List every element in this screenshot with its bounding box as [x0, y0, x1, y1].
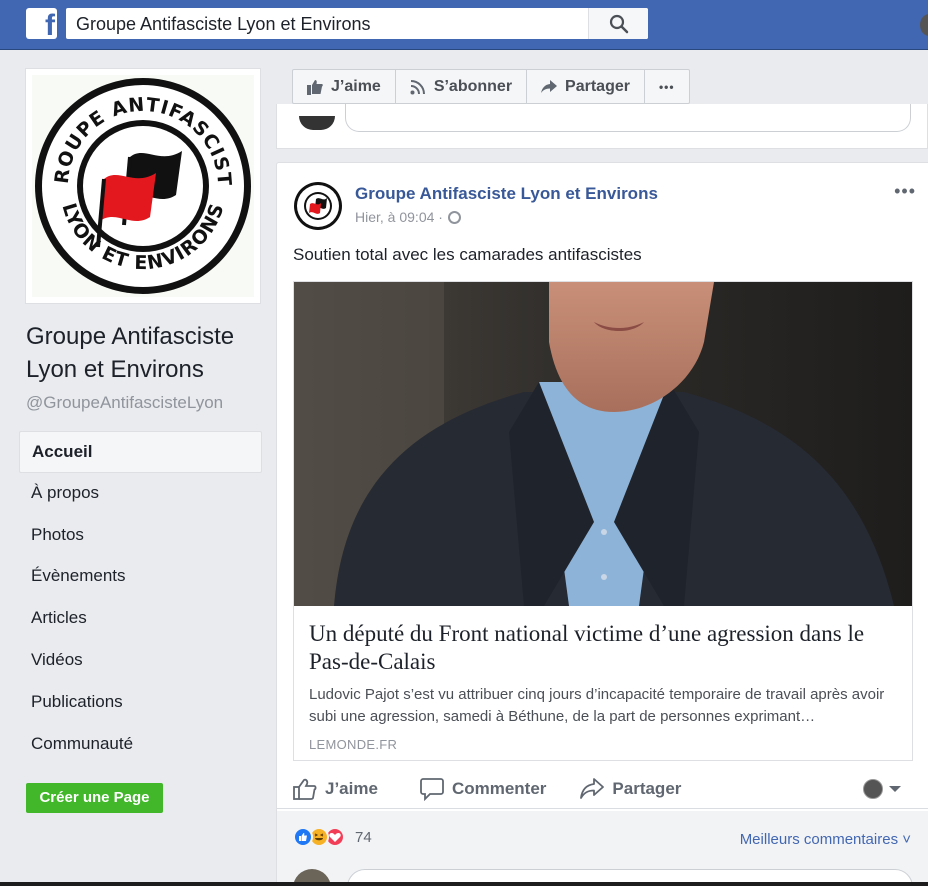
- post-metadata: Hier, à 09:04 ·: [355, 209, 461, 225]
- reactions-summary: 74 Meilleurs commentaires ˅: [277, 811, 928, 886]
- comment-sort-dropdown[interactable]: Meilleurs commentaires ˅: [740, 831, 911, 848]
- thumbs-up-icon: [307, 79, 323, 95]
- like-post-button[interactable]: J’aime: [293, 778, 378, 800]
- post-timestamp[interactable]: Hier, à 09:04 ·: [355, 209, 443, 225]
- nav-item-a-propos[interactable]: À propos: [19, 473, 262, 515]
- left-sidebar: GROUPE ANTIFASCISTE LYON ET ENVIRONS Gro…: [0, 50, 276, 886]
- share-page-button[interactable]: Partager: [526, 69, 645, 104]
- haha-reaction-glyph: [314, 833, 324, 841]
- globe-icon: [447, 210, 461, 224]
- comment-button[interactable]: Commenter: [420, 777, 546, 801]
- link-description: Ludovic Pajot s’est vu attribuer cinq jo…: [309, 686, 885, 725]
- reaction-icons[interactable]: 74: [293, 827, 372, 847]
- comment-input[interactable]: [345, 104, 911, 132]
- search-input[interactable]: Groupe Antifasciste Lyon et Environs: [76, 14, 371, 35]
- page-profile-picture[interactable]: GROUPE ANTIFASCISTE LYON ET ENVIRONS: [25, 68, 261, 304]
- nav-item-videos[interactable]: Vidéos: [19, 640, 262, 682]
- share-post-label: Partager: [612, 778, 682, 798]
- post-text: Soutien total avec les camarades antifas…: [293, 245, 642, 264]
- post-author-name[interactable]: Groupe Antifasciste Lyon et Environs: [355, 184, 658, 204]
- top-navigation-bar: f Groupe Antifasciste Lyon et Environs: [0, 0, 928, 50]
- like-reaction-icon: [293, 827, 313, 847]
- caret-down-icon: [889, 786, 901, 792]
- thumbs-up-outline-icon: [293, 778, 317, 800]
- man-in-suit-photo: [294, 282, 912, 606]
- post-options-icon[interactable]: •••: [894, 181, 916, 202]
- link-preview-image[interactable]: [294, 282, 912, 606]
- share-arrow-icon: [541, 79, 558, 93]
- link-preview-text[interactable]: Un député du Front national victime d’un…: [294, 606, 912, 760]
- nav-item-communaute[interactable]: Communauté: [19, 724, 262, 766]
- audience-selector[interactable]: [863, 779, 901, 799]
- share-post-button[interactable]: Partager: [580, 777, 682, 800]
- more-options-icon: •••: [658, 79, 675, 94]
- nav-item-photos[interactable]: Photos: [19, 515, 262, 557]
- search-box[interactable]: Groupe Antifasciste Lyon et Environs: [66, 8, 648, 39]
- create-page-button[interactable]: Créer une Page: [26, 783, 163, 813]
- nav-item-evenements[interactable]: Évènements: [19, 556, 262, 598]
- subscribe-label: S’abonner: [433, 77, 513, 95]
- like-page-button[interactable]: J’aime: [292, 69, 396, 104]
- subscribe-button[interactable]: S’abonner: [394, 69, 528, 104]
- share-page-label: Partager: [565, 77, 630, 95]
- link-domain: LEMONDE.FR: [309, 737, 398, 752]
- page-action-bar: J’aime S’abonner Partager •••: [292, 69, 690, 104]
- nav-item-publications[interactable]: Publications: [19, 682, 262, 724]
- comment-avatar: [299, 116, 335, 130]
- search-icon: [609, 14, 629, 34]
- previous-post-comment-area: [276, 104, 928, 149]
- page-title[interactable]: Groupe Antifasciste Lyon et Environs: [26, 320, 271, 386]
- heart-glyph: [329, 832, 341, 842]
- facebook-logo-icon[interactable]: f: [26, 8, 57, 39]
- mini-avatar: [863, 779, 883, 799]
- nav-item-accueil[interactable]: Accueil: [19, 431, 262, 473]
- page-handle[interactable]: @GroupeAntifascisteLyon: [26, 393, 223, 413]
- post-card: Groupe Antifasciste Lyon et Environs Hie…: [276, 162, 928, 886]
- like-reaction-glyph: [299, 833, 307, 841]
- user-avatar[interactable]: [920, 14, 928, 36]
- comment-label: Commenter: [451, 778, 547, 798]
- page-navigation: Accueil À propos Photos Évènements Artic…: [19, 431, 262, 765]
- post-author-avatar[interactable]: [293, 181, 343, 231]
- facebook-logo-letter: f: [45, 9, 55, 39]
- bottom-edge: [0, 882, 928, 886]
- link-title[interactable]: Un député du Front national victime d’un…: [309, 620, 897, 676]
- like-page-label: J’aime: [331, 77, 381, 95]
- post-action-row: J’aime Commenter Partager: [277, 769, 928, 809]
- nav-item-articles[interactable]: Articles: [19, 598, 262, 640]
- shared-link-card[interactable]: Un député du Front national victime d’un…: [293, 281, 913, 761]
- like-post-label: J’aime: [325, 778, 378, 798]
- comment-bubble-icon: [420, 777, 444, 801]
- more-options-button[interactable]: •••: [643, 69, 690, 104]
- share-outline-icon: [580, 777, 605, 799]
- search-button[interactable]: [588, 8, 648, 39]
- reaction-count[interactable]: 74: [355, 829, 372, 846]
- antifa-logo-icon: GROUPE ANTIFASCISTE LYON ET ENVIRONS: [32, 75, 254, 297]
- rss-icon: [410, 79, 425, 94]
